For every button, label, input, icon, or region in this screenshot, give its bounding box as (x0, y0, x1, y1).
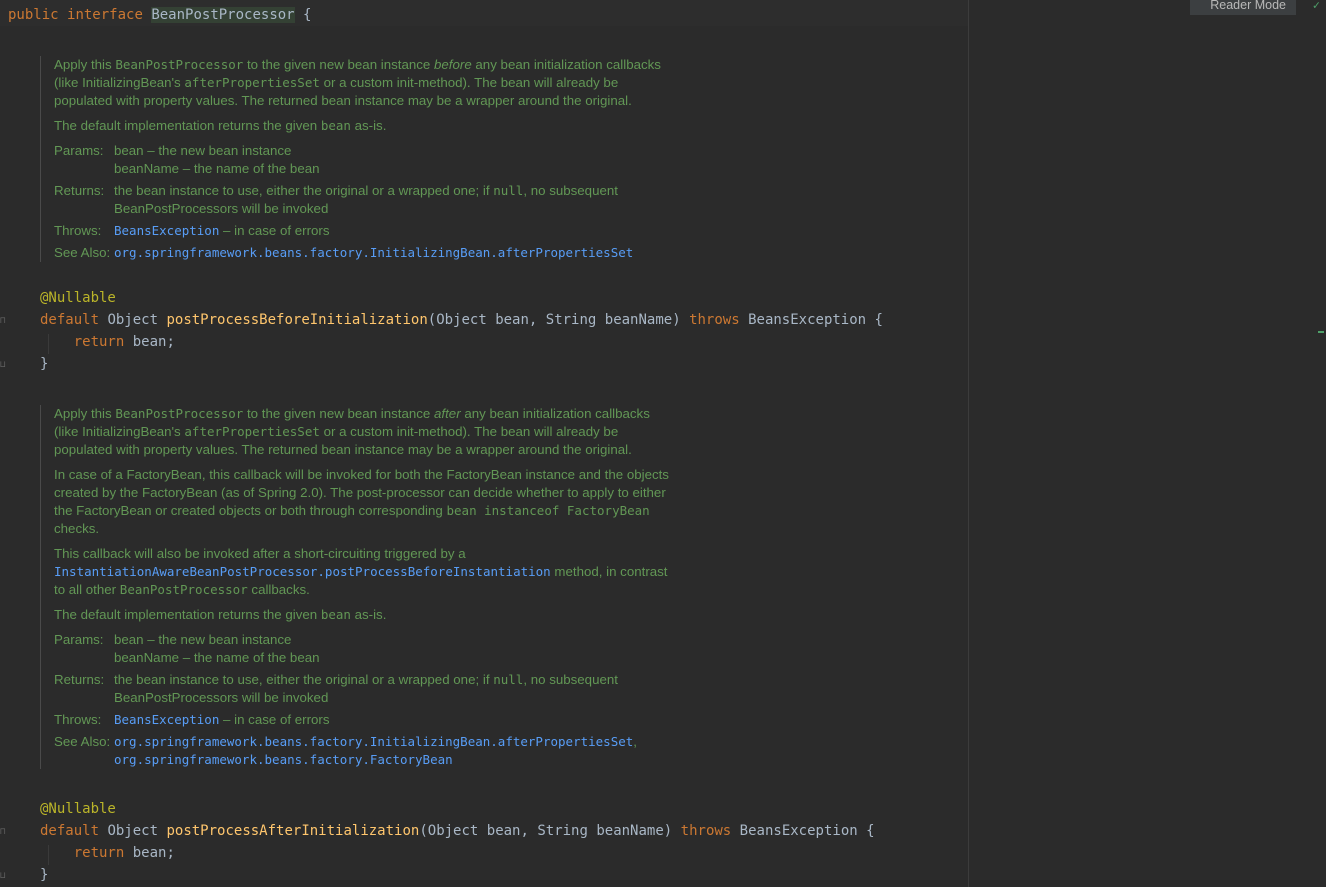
throws-value: BeansException – in case of errors (114, 223, 330, 238)
reader-mode-button[interactable]: Reader Mode (1190, 0, 1296, 15)
params-value: bean – the new bean instance beanName – t… (114, 143, 320, 176)
returns-label: Returns: (54, 672, 105, 687)
close-brace: } (40, 867, 49, 883)
close-brace: } (40, 356, 49, 372)
method-signature[interactable]: default Object postProcessBeforeInitiali… (40, 309, 883, 331)
keyword-interface: interface (67, 7, 143, 23)
method-signature[interactable]: default Object postProcessAfterInitializ… (40, 820, 875, 842)
see-also-link[interactable]: org.springframework.beans.factory.Initia… (114, 245, 633, 260)
see-also-link[interactable]: org.springframework.beans.factory.Initia… (114, 734, 633, 749)
indent-guide (48, 334, 49, 354)
params-label: Params: (54, 143, 104, 158)
see-also-link[interactable]: org.springframework.beans.factory.Factor… (114, 752, 453, 767)
see-also-label: See Also: (54, 245, 111, 260)
fold-icon[interactable]: ⊔ (0, 871, 9, 881)
returns-value: the bean instance to use, either the ori… (114, 672, 618, 705)
beans-exception-link[interactable]: BeansException (114, 712, 219, 727)
returns-value: the bean instance to use, either the ori… (114, 183, 618, 216)
doc-paragraph: The default implementation returns the g… (54, 118, 387, 133)
instantiation-aware-link[interactable]: InstantiationAwareBeanPostProcessor.post… (54, 564, 551, 579)
interface-name[interactable]: BeanPostProcessor (151, 7, 295, 23)
nullable-annotation: @Nullable (40, 290, 116, 306)
params-label: Params: (54, 632, 104, 647)
beans-exception-link[interactable]: BeansException (114, 223, 219, 238)
method-name[interactable]: postProcessBeforeInitialization (166, 312, 427, 328)
return-statement[interactable]: return bean; (40, 842, 875, 864)
method-after-initialization[interactable]: @Nullable default Object postProcessAfter… (40, 798, 875, 886)
change-marker-icon[interactable] (1318, 331, 1324, 333)
doc-paragraph: The default implementation returns the g… (54, 607, 387, 622)
doc-paragraph: This callback will also be invoked after… (54, 546, 668, 597)
nullable-annotation: @Nullable (40, 801, 116, 817)
open-brace: { (303, 7, 312, 23)
return-statement[interactable]: return bean; (40, 331, 883, 353)
javadoc-before-initialization: Apply this BeanPostProcessor to the give… (40, 56, 674, 262)
fold-icon[interactable]: ⊔ (0, 360, 9, 370)
returns-label: Returns: (54, 183, 105, 198)
doc-paragraph: Apply this BeanPostProcessor to the give… (54, 406, 650, 457)
fold-icon[interactable]: ⊓ (0, 316, 9, 326)
doc-paragraph: In case of a FactoryBean, this callback … (54, 467, 669, 536)
params-value: bean – the new bean instance beanName – t… (114, 632, 320, 665)
right-margin-guide (968, 0, 969, 887)
fold-icon[interactable]: ⊓ (0, 827, 9, 837)
method-before-initialization[interactable]: @Nullable default Object postProcessBefor… (40, 287, 883, 375)
throws-label: Throws: (54, 223, 102, 238)
indent-guide (48, 845, 49, 865)
throws-label: Throws: (54, 712, 102, 727)
doc-paragraph: Apply this BeanPostProcessor to the give… (54, 57, 661, 108)
throws-value: BeansException – in case of errors (114, 712, 330, 727)
keyword-public: public (8, 7, 59, 23)
doc-tags: Params: bean – the new bean instance bean… (54, 142, 674, 262)
check-icon[interactable]: ✓ (1313, 0, 1320, 12)
javadoc-after-initialization: Apply this BeanPostProcessor to the give… (40, 405, 674, 769)
see-also-value: org.springframework.beans.factory.Initia… (114, 734, 637, 767)
method-name[interactable]: postProcessAfterInitialization (166, 823, 419, 839)
see-also-value: org.springframework.beans.factory.Initia… (114, 244, 674, 262)
see-also-label: See Also: (54, 734, 111, 749)
doc-tags: Params: bean – the new bean instance bean… (54, 631, 674, 769)
interface-declaration[interactable]: public interface BeanPostProcessor { (8, 4, 311, 26)
